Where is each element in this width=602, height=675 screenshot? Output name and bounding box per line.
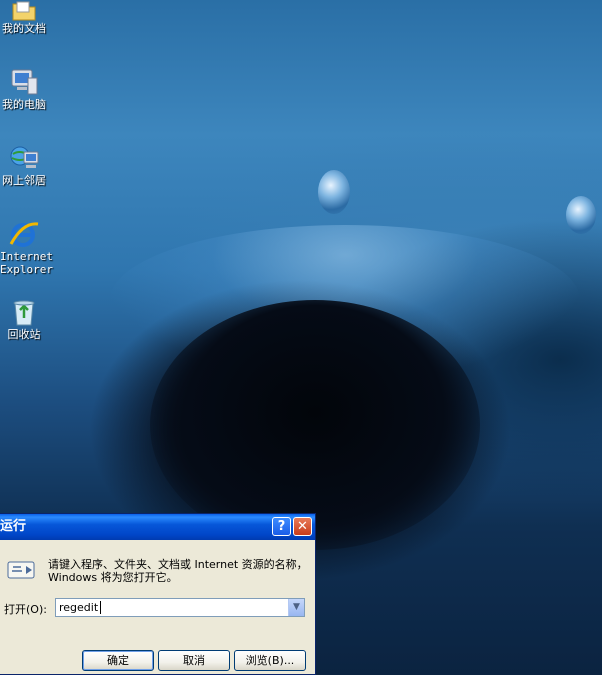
desktop-icon-recycle-bin[interactable]: 回收站: [0, 298, 48, 341]
text-caret: [100, 601, 101, 614]
desktop-icon-label: 回收站: [7, 328, 41, 341]
network-places-icon: [10, 146, 39, 168]
desktop-icon-my-documents[interactable]: 我的文档: [0, 0, 48, 35]
internet-explorer-icon: [9, 222, 39, 247]
ok-button[interactable]: 确定: [82, 650, 154, 671]
close-button[interactable]: ✕: [293, 517, 312, 536]
desktop-icon-label: 我的电脑: [2, 98, 46, 111]
desktop-icon-label: 我的文档: [2, 22, 46, 35]
desktop-icon-my-computer[interactable]: 我的电脑: [0, 68, 48, 111]
run-dialog-description: 请键入程序、文件夹、文档或 Internet 资源的名称，Windows 将为您…: [48, 558, 308, 584]
run-dialog-titlebar[interactable]: 运行 ? ✕: [0, 514, 315, 540]
run-dialog-title: 运行: [0, 519, 27, 534]
chevron-down-icon[interactable]: ▼: [288, 599, 304, 616]
open-combobox[interactable]: regedit ▼: [55, 598, 305, 617]
cancel-button[interactable]: 取消: [158, 650, 230, 671]
wallpaper-drop-1: [318, 170, 350, 214]
run-dialog: 运行 ? ✕ 请键入程序、文件夹、文档或 Internet 资源的名称，Wind…: [0, 513, 316, 675]
browse-button[interactable]: 浏览(B)...: [234, 650, 306, 671]
recycle-bin-icon: [13, 300, 35, 326]
my-documents-icon: [12, 1, 36, 21]
desktop-icon-label: 网上邻居: [2, 174, 46, 187]
open-label: 打开(O):: [4, 603, 47, 616]
open-input-value[interactable]: regedit: [59, 601, 98, 614]
run-icon: [7, 561, 35, 579]
help-button[interactable]: ?: [272, 517, 291, 536]
desktop-icon-internet-explorer[interactable]: Internet Explorer: [0, 220, 53, 276]
wallpaper-drop-2: [566, 196, 596, 234]
my-computer-icon: [11, 69, 38, 95]
desktop-icon-label: Internet Explorer: [0, 250, 53, 276]
desktop-icon-network[interactable]: 网上邻居: [0, 144, 48, 187]
